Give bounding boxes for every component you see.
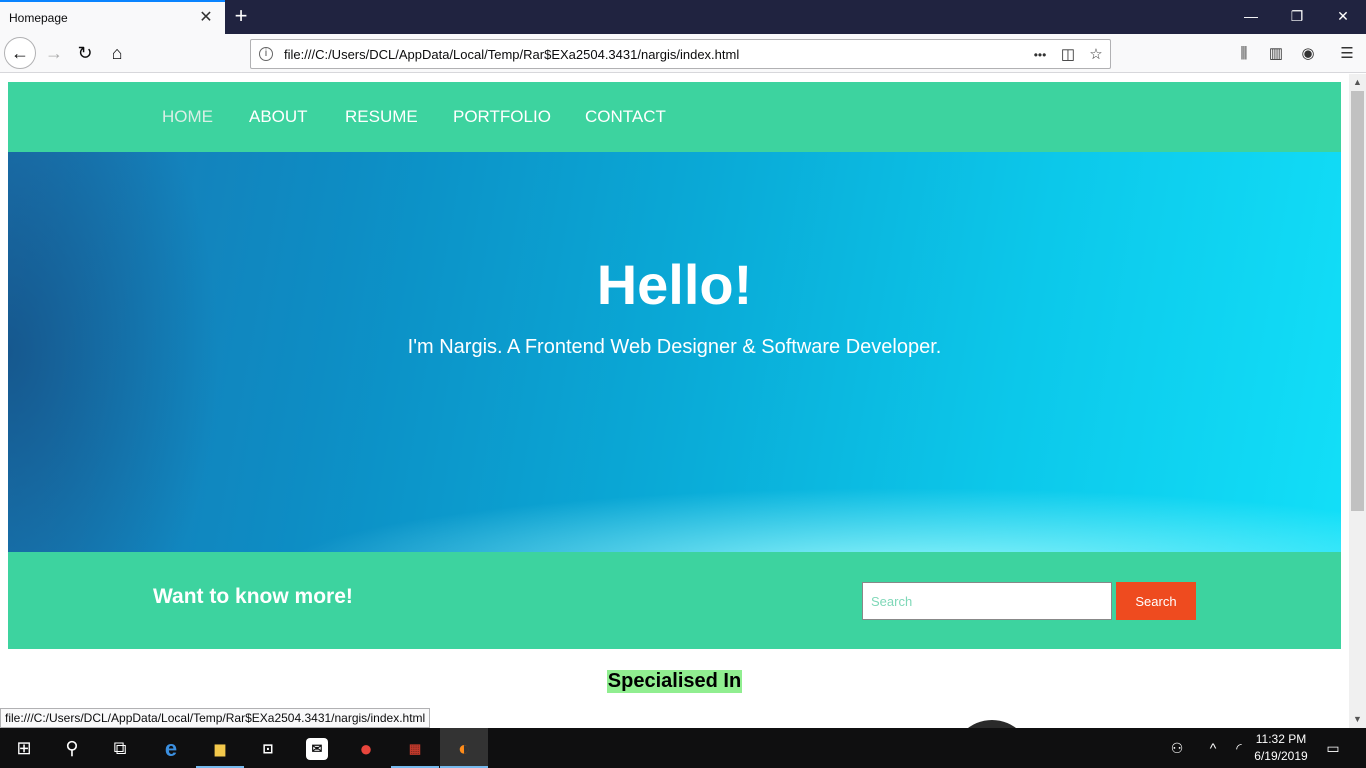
edge-icon[interactable]: e <box>147 728 195 768</box>
page-actions-icon[interactable]: ••• <box>1029 44 1051 66</box>
nav-resume[interactable]: RESUME <box>345 107 418 127</box>
store-icon[interactable]: ⊡ <box>244 728 292 768</box>
section-heading: Specialised In <box>606 670 743 693</box>
clock-time: 11:32 PM <box>1255 732 1307 746</box>
file-explorer-icon[interactable]: ▆ <box>196 728 244 768</box>
minimize-icon[interactable]: — <box>1228 0 1274 32</box>
tab-strip: Homepage ✕ + — ❐ ✕ <box>0 0 1366 34</box>
windows-taskbar: ⊞ ⚲ ⧉ e ▆ ⊡ ✉ ● ▦ ◐ ⚇ ^ ◜ 11:32 PM 6/19/… <box>0 728 1366 768</box>
window-close-icon[interactable]: ✕ <box>1320 0 1366 32</box>
task-view-icon[interactable]: ⧉ <box>96 728 144 768</box>
hero-banner: Hello! I'm Nargis. A Frontend Web Design… <box>8 152 1341 552</box>
bookmark-star-icon[interactable]: ☆ <box>1085 44 1107 66</box>
scroll-up-icon[interactable]: ▲ <box>1349 74 1366 91</box>
vertical-scrollbar[interactable]: ▲ ▼ <box>1349 74 1366 728</box>
firefox-glyph: ◐ <box>457 738 471 761</box>
chrome-icon[interactable]: ● <box>342 728 390 768</box>
url-text[interactable]: file:///C:/Users/DCL/AppData/Local/Temp/… <box>284 47 739 62</box>
explorer-glyph: ▆ <box>215 741 225 757</box>
edge-glyph: e <box>164 736 178 762</box>
store-glyph: ⊡ <box>262 741 274 757</box>
nav-contact[interactable]: CONTACT <box>585 107 666 127</box>
hero-subtitle: I'm Nargis. A Frontend Web Designer & So… <box>407 336 942 358</box>
url-bar[interactable]: i file:///C:/Users/DCL/AppData/Local/Tem… <box>250 39 1111 69</box>
new-tab-icon[interactable]: + <box>229 4 253 28</box>
search-icon[interactable]: ⚲ <box>48 728 96 768</box>
chrome-glyph: ● <box>359 736 373 762</box>
nav-home[interactable]: HOME <box>162 107 213 127</box>
site-info-icon[interactable]: i <box>259 47 273 61</box>
people-icon[interactable]: ⚇ <box>1164 728 1190 768</box>
back-icon[interactable]: ← <box>4 37 36 69</box>
status-url: file:///C:/Users/DCL/AppData/Local/Temp/… <box>0 708 431 728</box>
scroll-thumb[interactable] <box>1351 91 1364 511</box>
show-hidden-icons-icon[interactable]: ^ <box>1200 728 1226 768</box>
menu-icon[interactable]: ☰ <box>1336 43 1358 65</box>
specialised-section: Specialised In <box>0 670 1349 693</box>
restore-icon[interactable]: ❐ <box>1274 0 1320 32</box>
profile-circle <box>952 720 1032 728</box>
winrar-glyph: ▦ <box>408 741 422 757</box>
home-icon[interactable]: ⌂ <box>102 38 132 68</box>
cta-section: Want to know more! Search <box>8 552 1341 649</box>
clock[interactable]: 11:32 PM 6/19/2019 <box>1246 731 1316 765</box>
mail-icon[interactable]: ✉ <box>293 728 341 768</box>
cta-heading: Want to know more! <box>153 585 353 608</box>
search-input[interactable] <box>862 582 1112 620</box>
tab-homepage[interactable]: Homepage ✕ <box>0 0 225 34</box>
account-icon[interactable]: ◉ <box>1297 43 1319 65</box>
start-icon[interactable]: ⊞ <box>0 728 48 768</box>
page-viewport: HOME ABOUT RESUME PORTFOLIO CONTACT Hell… <box>0 74 1349 728</box>
notifications-icon[interactable]: ▭ <box>1318 728 1348 768</box>
library-icon[interactable]: ⫼ <box>1233 43 1255 65</box>
reload-icon[interactable]: ↻ <box>70 38 100 68</box>
search-button[interactable]: Search <box>1116 582 1196 620</box>
mail-glyph: ✉ <box>306 738 328 761</box>
nav-portfolio[interactable]: PORTFOLIO <box>453 107 551 127</box>
forward-icon[interactable]: → <box>39 38 69 68</box>
firefox-icon[interactable]: ◐ <box>440 728 488 768</box>
winrar-icon[interactable]: ▦ <box>391 728 439 768</box>
clock-date: 6/19/2019 <box>1254 749 1308 763</box>
site-navigation: HOME ABOUT RESUME PORTFOLIO CONTACT <box>8 82 1341 152</box>
hero-title: Hello! <box>596 253 753 316</box>
nav-about[interactable]: ABOUT <box>249 107 308 127</box>
pocket-icon[interactable]: ◫ <box>1057 44 1079 66</box>
tab-title: Homepage <box>9 11 68 25</box>
sidebar-icon[interactable]: ▥ <box>1265 43 1287 65</box>
scroll-down-icon[interactable]: ▼ <box>1349 711 1366 728</box>
navigation-toolbar: ← → ↻ ⌂ i file:///C:/Users/DCL/AppData/L… <box>0 34 1366 73</box>
close-tab-icon[interactable]: ✕ <box>196 8 216 28</box>
